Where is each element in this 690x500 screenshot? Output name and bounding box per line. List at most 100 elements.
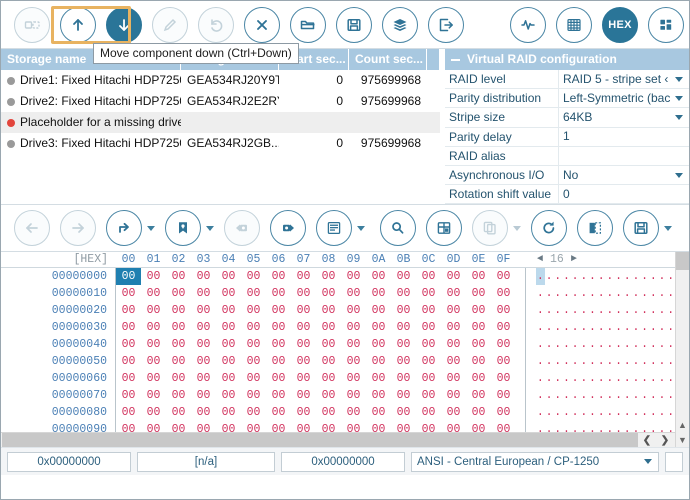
hex-byte-cell[interactable]: 00 [491,404,516,421]
ascii-char-cell[interactable]: . [623,353,632,370]
ascii-char-cell[interactable]: . [562,353,571,370]
hex-byte-cell[interactable]: 00 [291,353,316,370]
scroll-down-icon[interactable]: ▼ [676,432,689,447]
hex-byte-cell[interactable]: 00 [191,302,216,319]
hex-byte-cell[interactable]: 00 [416,319,441,336]
hex-byte-cell[interactable]: 00 [316,421,341,432]
chevron-down-icon[interactable] [206,225,214,231]
vertical-scrollbar[interactable]: ▲ ▼ [675,252,689,447]
ascii-char-cell[interactable]: . [545,387,554,404]
ascii-char-cell[interactable]: . [614,353,623,370]
ascii-char-cell[interactable]: . [606,285,615,302]
hex-byte-cell[interactable]: 00 [216,353,241,370]
ascii-char-cell[interactable]: . [623,387,632,404]
ascii-char-cell[interactable]: . [658,302,667,319]
ascii-char-cell[interactable]: . [597,387,606,404]
hex-byte-cell[interactable]: 00 [466,336,491,353]
hex-byte-cell[interactable]: 00 [116,319,141,336]
hex-byte-cell[interactable]: 00 [316,302,341,319]
hex-byte-cell[interactable]: 00 [391,285,416,302]
ascii-char-cell[interactable]: . [597,268,606,285]
horizontal-scroll-thumb[interactable] [2,433,638,447]
ascii-char-cell[interactable]: . [536,370,545,387]
hex-byte-cell[interactable]: 00 [141,404,166,421]
ascii-char-cell[interactable]: . [536,336,545,353]
ascii-char-cell[interactable]: . [588,285,597,302]
ascii-char-cell[interactable]: . [614,336,623,353]
hex-byte-cell[interactable]: 00 [391,336,416,353]
hex-byte-cell[interactable]: 00 [416,404,441,421]
ascii-char-cell[interactable]: . [666,268,675,285]
ascii-column[interactable]: ........................................… [526,268,675,432]
hex-byte-cell[interactable]: 00 [366,285,391,302]
ascii-char-cell[interactable]: . [666,370,675,387]
ascii-char-cell[interactable]: . [649,319,658,336]
hex-byte-cell[interactable]: 00 [241,421,266,432]
ascii-char-cell[interactable]: . [623,285,632,302]
hex-byte-cell[interactable]: 00 [241,370,266,387]
ascii-char-cell[interactable]: . [536,302,545,319]
ascii-char-cell[interactable]: . [623,268,632,285]
ascii-char-cell[interactable]: . [632,387,641,404]
ascii-char-cell[interactable]: . [545,404,554,421]
chevron-down-icon[interactable] [664,225,672,231]
property-value-field[interactable]: 1 [559,128,689,146]
hex-byte-cell[interactable]: 00 [216,285,241,302]
goto-offset-icon[interactable] [106,210,142,246]
hex-byte-cell[interactable]: 00 [391,387,416,404]
move-component-up-icon[interactable] [60,6,96,43]
ascii-row[interactable]: ................ [536,268,675,286]
chevron-down-icon[interactable] [644,459,652,464]
hex-byte-row[interactable]: 00 00 00 00 00 00 00 00 00 00 00 00 00 00 00 00 [116,302,516,319]
hex-byte-cell[interactable]: 00 [416,268,441,285]
export-icon[interactable] [428,6,464,43]
property-row-async-io[interactable]: Asynchronous I/O No [445,165,689,186]
ascii-char-cell[interactable]: . [536,353,545,370]
hex-byte-cell[interactable]: 00 [341,421,366,432]
hex-byte-cell[interactable]: 00 [341,319,366,336]
hex-byte-cell[interactable]: 00 [491,387,516,404]
hex-byte-cell[interactable]: 00 [166,370,191,387]
ascii-char-cell[interactable]: . [632,285,641,302]
ascii-char-cell[interactable]: . [545,421,554,432]
ascii-char-cell[interactable]: . [640,404,649,421]
hex-byte-cell[interactable]: 00 [266,421,291,432]
refresh-icon[interactable] [531,210,567,246]
ascii-char-cell[interactable]: . [649,353,658,370]
hex-byte-cell[interactable]: 00 [166,404,191,421]
hex-byte-cell[interactable]: 00 [466,421,491,432]
ascii-char-cell[interactable]: . [579,336,588,353]
ascii-char-cell[interactable]: . [553,421,562,432]
hex-byte-cell[interactable]: 00 [116,336,141,353]
hex-byte-cell[interactable]: 00 [366,421,391,432]
chevron-down-icon[interactable] [675,172,683,178]
templates-list-icon[interactable] [316,210,352,246]
ascii-char-cell[interactable]: . [614,404,623,421]
hex-byte-cell[interactable]: 00 [241,336,266,353]
hex-byte-cell[interactable]: 00 [391,404,416,421]
ascii-char-cell[interactable]: . [579,319,588,336]
hex-byte-cell[interactable]: 00 [466,268,491,285]
hex-byte-cell[interactable]: 00 [141,370,166,387]
ascii-char-cell[interactable]: . [545,285,554,302]
waveform-icon[interactable] [510,6,546,43]
hex-byte-cell[interactable]: 00 [441,404,466,421]
ascii-char-cell[interactable]: . [579,353,588,370]
ascii-char-cell[interactable]: . [553,285,562,302]
hex-byte-cell[interactable]: 00 [441,353,466,370]
ascii-char-cell[interactable]: . [545,268,554,285]
hex-byte-cell[interactable]: 00 [266,353,291,370]
status-selection-field[interactable]: [n/a] [137,451,275,472]
column-header-count-sectors[interactable]: Count sec... [349,49,427,70]
ascii-row[interactable]: ................ [536,404,675,421]
hex-byte-cell[interactable]: 00 [466,387,491,404]
hex-byte-cell[interactable]: 00 [266,319,291,336]
hex-byte-cell[interactable]: 00 [491,268,516,285]
hex-byte-row[interactable]: 00 00 00 00 00 00 00 00 00 00 00 00 00 00 00 00 [116,353,516,370]
hex-byte-cell[interactable]: 00 [441,421,466,432]
hex-byte-cell[interactable]: 00 [491,353,516,370]
hex-byte-cell[interactable]: 00 [341,268,366,285]
hex-byte-cell[interactable]: 00 [366,404,391,421]
ascii-char-cell[interactable]: . [597,319,606,336]
hex-byte-cell[interactable]: 00 [341,336,366,353]
